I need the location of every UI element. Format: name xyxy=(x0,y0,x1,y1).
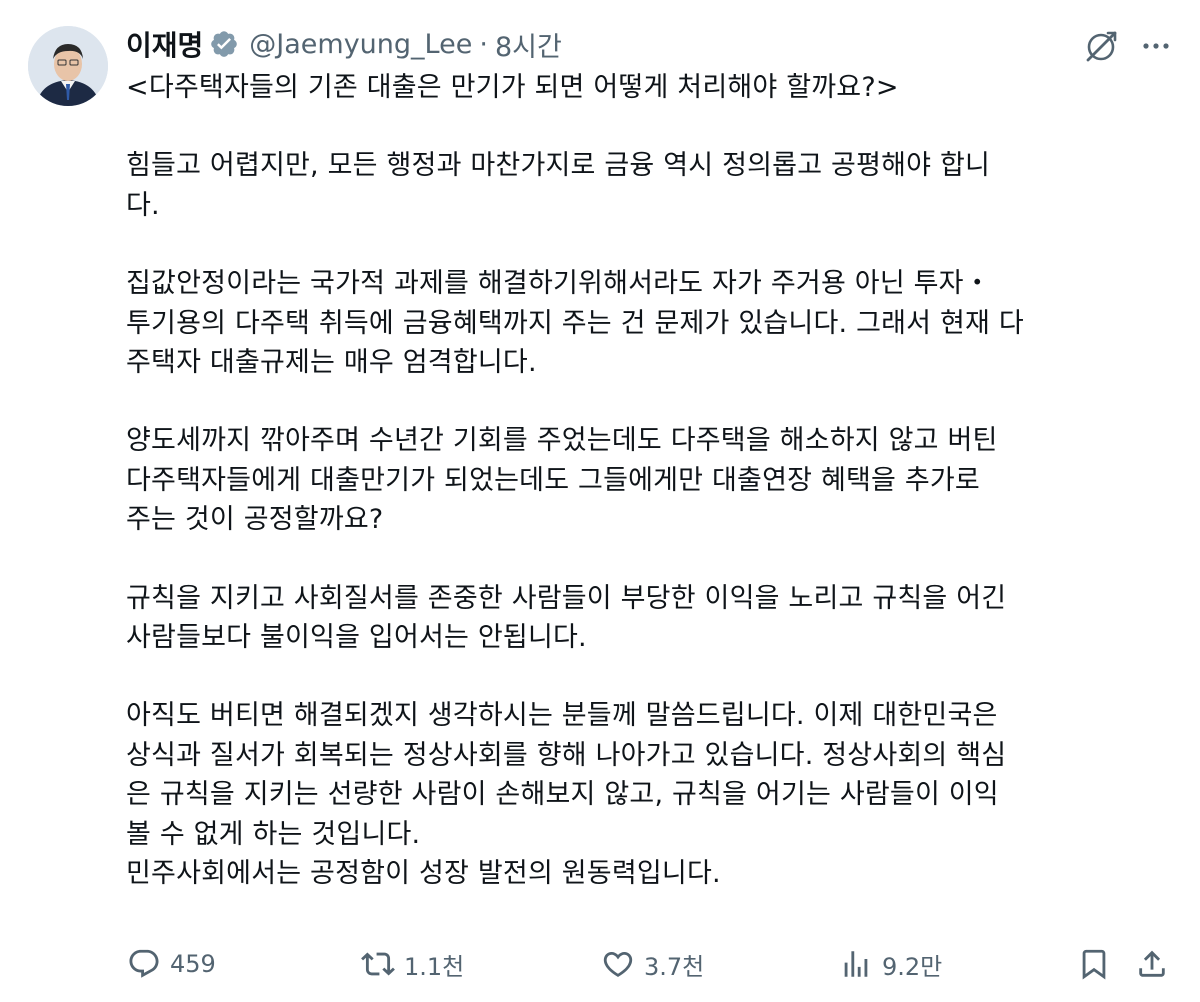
tweet-line: 상식과 질서가 회복되는 정상사회를 향해 나아가고 있습니다. 정상사회의 핵… xyxy=(126,739,1007,771)
tweet-line: 주택자 대출규제는 매우 엄격합니다. xyxy=(126,347,537,379)
tweet-line: 규칙을 지키고 사회질서를 존중한 사람들이 부당한 이익을 노리고 규칙을 어… xyxy=(126,582,1007,614)
handle[interactable]: @Jaemyung_Lee xyxy=(249,29,472,60)
retweet-count: 1.1천 xyxy=(404,952,465,981)
tweet-line: 민주사회에서는 공정함이 성장 발전의 원동력입니다. xyxy=(126,858,721,890)
retweet-icon xyxy=(360,946,396,982)
tweet-line: <다주택자들의 기존 대출은 만기가 되면 어떻게 처리해야 할까요?> xyxy=(126,72,899,103)
share-button[interactable] xyxy=(1134,942,1170,986)
tweet-line: 사람들보다 불이익을 입어서는 안됩니다. xyxy=(126,622,587,654)
tweet-paragraph-4: 양도세까지 깎아주며 수년간 기회를 주었는데도 다주택을 해소하지 않고 버틴… xyxy=(126,421,1166,539)
tweet-line: 은 규칙을 지키는 선량한 사람이 손해보지 않고, 규칙을 어기는 사람들이 … xyxy=(126,779,999,811)
avatar[interactable] xyxy=(28,26,108,106)
views-icon xyxy=(838,946,874,982)
tweet-line: 다주택자들에게 대출만기가 되었는데도 그들에게만 대출연장 혜택을 추가로 xyxy=(126,464,980,496)
tweet-paragraph-3: 집값안정이라는 국가적 과제를 해결하기위해서라도 자가 주거용 아닌 투자・ … xyxy=(126,264,1166,382)
tweet-line: 볼 수 없게 하는 것입니다. xyxy=(126,818,421,850)
like-icon xyxy=(600,946,636,982)
tweet-paragraph-6: 아직도 버티면 해결되겠지 생각하시는 분들께 말씀드립니다. 이제 대한민국은… xyxy=(126,696,1166,893)
reply-icon xyxy=(126,946,162,982)
verified-badge-icon[interactable] xyxy=(209,29,239,59)
bookmark-button[interactable] xyxy=(1076,942,1112,986)
separator-dot: · xyxy=(479,28,488,60)
grok-icon[interactable] xyxy=(1080,24,1124,68)
tweet-line: 양도세까지 깎아주며 수년간 기회를 주었는데도 다주택을 해소하지 않고 버틴 xyxy=(126,425,998,457)
tweet-line: 다. xyxy=(126,189,160,221)
display-name[interactable]: 이재명 xyxy=(126,24,203,64)
reply-count: 459 xyxy=(170,950,216,978)
tweet-paragraph-2: 힘들고 어렵지만, 모든 행정과 마찬가지로 금융 역시 정의롭고 공평해야 합… xyxy=(126,146,1166,225)
tweet-line: 아직도 버티면 해결되겠지 생각하시는 분들께 말씀드립니다. 이제 대한민국은 xyxy=(126,700,998,732)
tweet-paragraph-5: 규칙을 지키고 사회질서를 존중한 사람들이 부당한 이익을 노리고 규칙을 어… xyxy=(126,579,1166,658)
views-button[interactable]: 9.2만 xyxy=(838,942,942,986)
share-icon xyxy=(1134,946,1170,982)
tweet-line: 힘들고 어렵지만, 모든 행정과 마찬가지로 금융 역시 정의롭고 공평해야 합… xyxy=(126,150,991,182)
retweet-button[interactable]: 1.1천 xyxy=(360,942,464,986)
more-icon[interactable] xyxy=(1134,24,1178,68)
tweet-line: 주는 것이 공정할까요? xyxy=(126,504,384,536)
timestamp[interactable]: 8시간 xyxy=(495,25,562,64)
like-count: 3.7천 xyxy=(644,952,705,981)
tweet-line: 투기용의 다주택 취득에 금융혜택까지 주는 건 문제가 있습니다. 그래서 현… xyxy=(126,307,1024,339)
tweet-line: 집값안정이라는 국가적 과제를 해결하기위해서라도 자가 주거용 아닌 투자・ xyxy=(126,268,991,300)
tweet-text: <다주택자들의 기존 대출은 만기가 되면 어떻게 처리해야 할까요?> 힘들고… xyxy=(126,68,1166,894)
tweet-header: 이재명 @Jaemyung_Lee · 8시간 xyxy=(126,22,562,66)
tweet-paragraph-1: <다주택자들의 기존 대출은 만기가 되면 어떻게 처리해야 할까요?> xyxy=(126,68,1166,107)
like-button[interactable]: 3.7천 xyxy=(600,942,704,986)
reply-button[interactable]: 459 xyxy=(126,942,216,986)
action-bar: 459 1.1천 3.7천 9.2만 xyxy=(126,942,1176,986)
views-count: 9.2만 xyxy=(882,952,943,981)
bookmark-icon xyxy=(1076,946,1112,982)
